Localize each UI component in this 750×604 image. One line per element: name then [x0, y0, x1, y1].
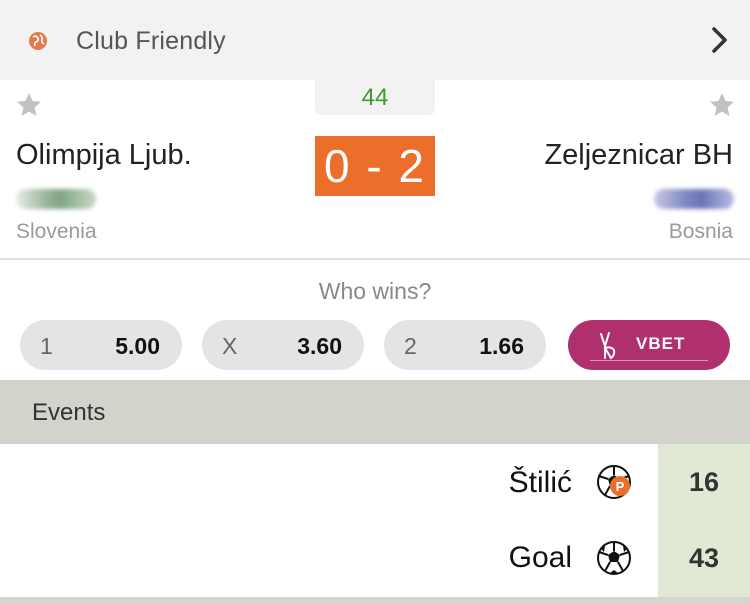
away-team-name[interactable]: Zeljeznicar BH — [544, 139, 733, 172]
bottom-divider — [0, 597, 750, 604]
score-box: 0 - 2 — [315, 136, 435, 196]
events-title: Events — [32, 399, 106, 426]
penalty-ball-icon: P — [597, 465, 631, 499]
odd-button-draw[interactable]: X 3.60 — [202, 320, 364, 370]
event-minute: 16 — [688, 467, 720, 497]
divider — [0, 258, 750, 260]
odd-button-home[interactable]: 1 5.00 — [20, 320, 182, 370]
home-flag-icon — [16, 189, 96, 209]
odd-value: 5.00 — [115, 333, 160, 359]
soccer-ball-icon — [597, 541, 631, 575]
who-wins-label: Who wins? — [318, 278, 432, 304]
odd-value: 1.66 — [479, 333, 524, 359]
svg-text:P: P — [616, 479, 625, 494]
odd-label: 2 — [404, 333, 417, 359]
sponsor-name: VBET — [636, 334, 686, 353]
peace-hand-icon — [600, 332, 616, 360]
chevron-right-icon[interactable] — [707, 24, 733, 56]
favorite-star-icon[interactable] — [707, 90, 737, 120]
odd-label: X — [222, 333, 238, 359]
odd-value: 3.60 — [297, 333, 342, 359]
event-minute: 43 — [688, 543, 720, 573]
event-type-name: Goal — [508, 541, 572, 574]
odd-label: 1 — [40, 333, 53, 359]
events-header — [0, 380, 750, 444]
match-minute: 44 — [315, 80, 435, 115]
home-team-name[interactable]: Olimpija Ljub. — [16, 139, 192, 172]
globe-icon — [29, 32, 47, 50]
away-flag-icon — [654, 189, 734, 209]
home-country: Slovenia — [16, 220, 97, 243]
away-country: Bosnia — [668, 220, 733, 243]
vbet-sponsor-button[interactable]: VBET — [568, 320, 730, 370]
odd-button-away[interactable]: 2 1.66 — [384, 320, 546, 370]
league-title: Club Friendly — [76, 27, 226, 55]
vbet-logo: VBET — [590, 328, 708, 361]
event-player-name: Štilić — [508, 466, 572, 499]
favorite-star-icon[interactable] — [14, 90, 44, 120]
